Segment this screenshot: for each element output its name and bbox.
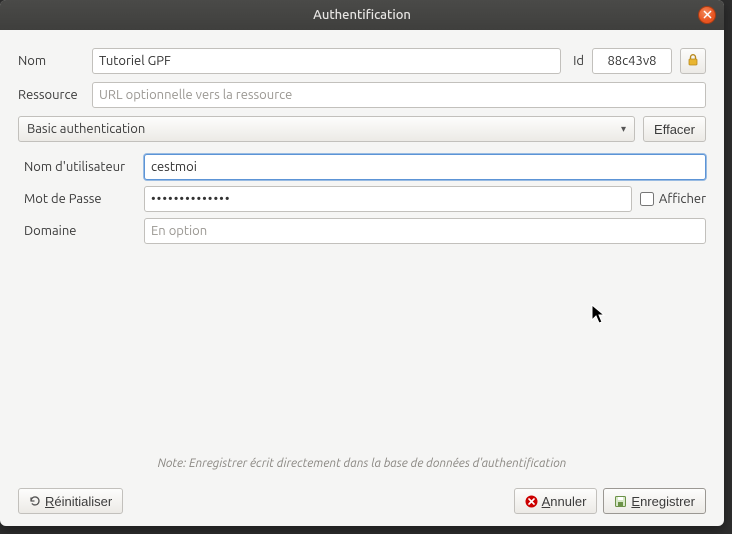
password-label: Mot de Passe [24,192,136,206]
password-input[interactable] [144,186,632,212]
name-input[interactable] [92,48,561,74]
spacer [18,252,706,449]
show-password-toggle[interactable]: Afficher [640,192,706,206]
dialog-content: Nom Id Ressource Basic authentication ▾ … [0,30,724,526]
footer-note: Note: Enregistrer écrit directement dans… [18,457,706,470]
show-password-label: Afficher [659,192,706,206]
reset-icon [29,495,41,507]
reset-button[interactable]: Réinitialiser [18,488,123,514]
footer-buttons: Réinitialiser Annuler Enregistrer [18,484,706,514]
name-row: Nom Id [18,48,706,74]
lock-button[interactable] [680,48,706,74]
id-label: Id [573,54,584,68]
id-input [592,48,672,74]
cancel-button[interactable]: Annuler [514,488,598,514]
username-input[interactable] [144,154,706,180]
window-title: Authentification [313,8,411,22]
auth-type-value: Basic authentication [27,122,145,136]
auth-type-row: Basic authentication ▾ Effacer [18,116,706,142]
username-label: Nom d'utilisateur [24,160,136,174]
name-label: Nom [18,54,84,68]
domain-label: Domaine [24,224,136,238]
close-button[interactable] [698,6,716,24]
close-icon [703,8,712,22]
save-button[interactable]: Enregistrer [603,488,706,514]
domain-input[interactable] [144,218,706,244]
save-icon [614,495,627,508]
credentials-section: Nom d'utilisateur Mot de Passe Afficher … [18,154,706,244]
clear-button-label: Effacer [654,122,695,137]
cancel-button-label: Annuler [542,494,587,509]
resource-row: Ressource [18,82,706,108]
save-button-label: Enregistrer [631,494,695,509]
username-row: Nom d'utilisateur [24,154,706,180]
titlebar: Authentification [0,0,724,30]
cancel-icon [525,495,538,508]
resource-label: Ressource [18,88,84,102]
resource-input[interactable] [92,82,706,108]
password-row: Mot de Passe Afficher [24,186,706,212]
auth-dialog-window: Authentification Nom Id Ressource B [0,0,724,526]
show-password-checkbox[interactable] [640,192,654,206]
chevron-down-icon: ▾ [621,123,626,135]
lock-icon [686,53,700,70]
domain-row: Domaine [24,218,706,244]
auth-type-dropdown[interactable]: Basic authentication ▾ [18,116,635,142]
clear-button[interactable]: Effacer [643,116,706,142]
reset-button-label: Réinitialiser [45,494,112,509]
